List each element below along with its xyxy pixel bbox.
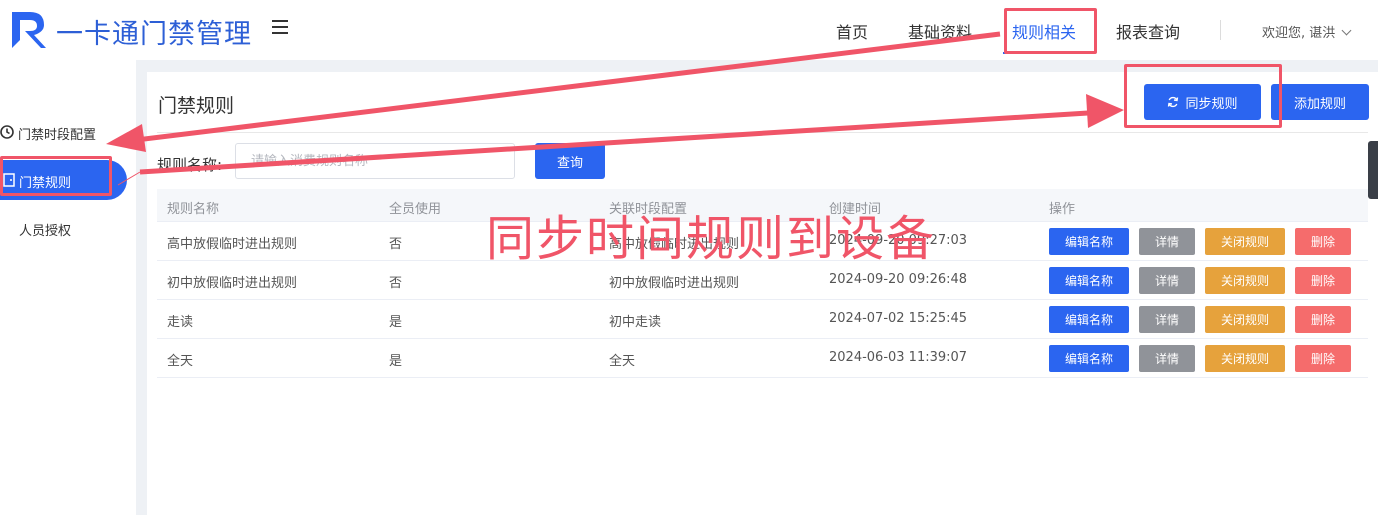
search-button[interactable]: 查询 <box>535 143 605 179</box>
cell-rule-name: 走读 <box>167 315 194 330</box>
column-header-period: 关联时段配置 <box>609 202 688 217</box>
cell-rule-name: 全天 <box>167 354 194 369</box>
menu-toggle-icon[interactable] <box>272 20 288 34</box>
cell-created: 2024-06-03 11:39:07 <box>829 350 968 365</box>
door-icon <box>3 173 15 187</box>
nav-separator <box>1220 20 1221 40</box>
delete-button[interactable]: 删除 <box>1295 345 1351 372</box>
nav-active-indicator <box>1003 52 1085 54</box>
cell-period: 全天 <box>609 354 636 369</box>
add-rule-label: 添加规则 <box>1293 96 1346 112</box>
delete-button[interactable]: 删除 <box>1295 228 1351 255</box>
cell-rule-name: 高中放假临时进出规则 <box>167 237 298 252</box>
sidebar-item-personnel-auth[interactable]: 人员授权 <box>0 208 127 248</box>
close-rule-button[interactable]: 关闭规则 <box>1205 228 1285 255</box>
close-rule-button[interactable]: 关闭规则 <box>1205 267 1285 294</box>
rules-table: 规则名称 全员使用 关联时段配置 创建时间 操作 高中放假临时进出规则 否 高中… <box>157 189 1368 378</box>
close-rule-button[interactable]: 关闭规则 <box>1205 345 1285 372</box>
chevron-down-icon <box>1341 25 1352 36</box>
sidebar-item-label: 门禁时段配置 <box>18 128 97 143</box>
app-title: 一卡通门禁管理 <box>56 19 252 50</box>
clock-icon <box>0 125 14 139</box>
search-button-label: 查询 <box>556 155 583 171</box>
title-divider <box>157 132 1368 133</box>
column-header-created: 创建时间 <box>829 202 882 217</box>
refresh-icon <box>1168 96 1179 108</box>
detail-button[interactable]: 详情 <box>1139 228 1195 255</box>
column-header-actions: 操作 <box>1049 202 1076 217</box>
detail-button[interactable]: 详情 <box>1139 306 1195 333</box>
table-header: 规则名称 全员使用 关联时段配置 创建时间 操作 <box>157 189 1368 222</box>
cell-period: 初中走读 <box>609 315 662 330</box>
detail-button[interactable]: 详情 <box>1139 267 1195 294</box>
sync-rules-button[interactable]: 同步规则 <box>1144 84 1261 120</box>
rule-name-input[interactable] <box>235 143 515 179</box>
page-title: 门禁规则 <box>158 95 235 117</box>
delete-button[interactable]: 删除 <box>1295 306 1351 333</box>
cell-all-users: 否 <box>389 237 403 252</box>
cell-all-users: 是 <box>389 354 403 369</box>
side-scroll-handle[interactable] <box>1368 141 1378 199</box>
top-header: 一卡通门禁管理 首页 基础资料 规则相关 报表查询 欢迎您, 谌洪 <box>0 0 1378 60</box>
sidebar-item-access-periods[interactable]: 门禁时段配置 <box>0 112 127 152</box>
edit-name-button[interactable]: 编辑名称 <box>1049 306 1129 333</box>
logo-icon <box>12 12 46 48</box>
rule-name-label: 规则名称: <box>157 156 223 174</box>
close-rule-button[interactable]: 关闭规则 <box>1205 306 1285 333</box>
detail-button[interactable]: 详情 <box>1139 345 1195 372</box>
nav-basic-data[interactable]: 基础资料 <box>908 19 972 43</box>
cell-period: 高中放假临时进出规则 <box>609 237 740 252</box>
cell-created: 2024-09-20 09:26:48 <box>829 272 968 287</box>
user-menu[interactable]: 欢迎您, 谌洪 <box>1262 22 1352 41</box>
nav-rules[interactable]: 规则相关 <box>1012 19 1076 43</box>
cell-all-users: 是 <box>389 315 403 330</box>
column-header-name: 规则名称 <box>167 202 220 217</box>
cell-all-users: 否 <box>389 276 403 291</box>
sync-rules-label: 同步规则 <box>1185 96 1238 112</box>
cell-period: 初中放假临时进出规则 <box>609 276 740 291</box>
sidebar: 门禁时段配置 门禁规则 人员授权 <box>0 60 136 515</box>
app-root: 一卡通门禁管理 首页 基础资料 规则相关 报表查询 欢迎您, 谌洪 门禁时段配置… <box>0 0 1378 515</box>
sidebar-item-label: 门禁规则 <box>19 176 72 191</box>
edit-name-button[interactable]: 编辑名称 <box>1049 267 1129 294</box>
table-row: 初中放假临时进出规则 否 初中放假临时进出规则 2024-09-20 09:26… <box>157 261 1368 300</box>
table-row: 高中放假临时进出规则 否 高中放假临时进出规则 2024-09-20 09:27… <box>157 222 1368 261</box>
delete-button[interactable]: 删除 <box>1295 267 1351 294</box>
edit-name-button[interactable]: 编辑名称 <box>1049 345 1129 372</box>
sidebar-item-access-rules[interactable]: 门禁规则 <box>0 160 127 200</box>
cell-created: 2024-07-02 15:25:45 <box>829 311 968 326</box>
user-greeting: 欢迎您, 谌洪 <box>1262 26 1336 41</box>
table-row: 走读 是 初中走读 2024-07-02 15:25:45 编辑名称 详情 关闭… <box>157 300 1368 339</box>
add-rule-button[interactable]: 添加规则 <box>1271 84 1369 120</box>
edit-name-button[interactable]: 编辑名称 <box>1049 228 1129 255</box>
column-header-all-users: 全员使用 <box>389 202 442 217</box>
nav-home[interactable]: 首页 <box>836 19 868 43</box>
sidebar-item-label: 人员授权 <box>19 224 72 239</box>
cell-rule-name: 初中放假临时进出规则 <box>167 276 298 291</box>
cell-created: 2024-09-20 09:27:03 <box>829 233 968 248</box>
table-row: 全天 是 全天 2024-06-03 11:39:07 编辑名称 详情 关闭规则… <box>157 339 1368 378</box>
nav-reports[interactable]: 报表查询 <box>1116 19 1180 43</box>
